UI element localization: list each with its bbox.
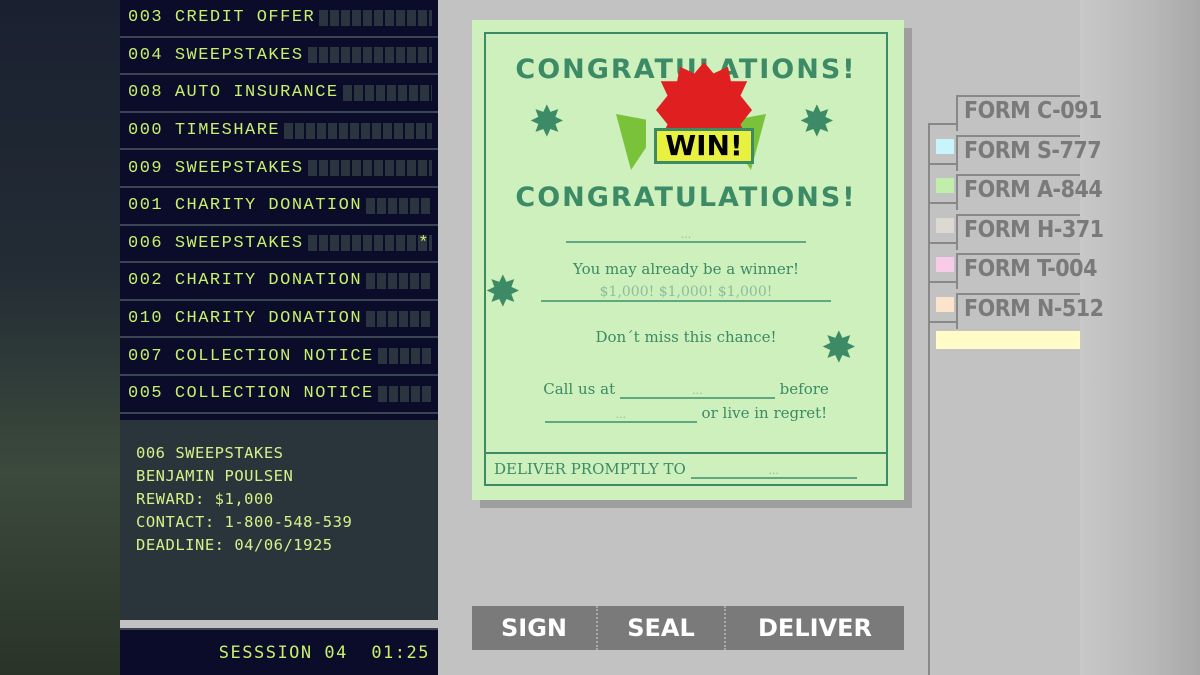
- inbox-list: 003 CREDIT OFFER 004 SWEEPSTAKES 008 AUTO …: [120, 0, 438, 420]
- before-text: before: [779, 380, 829, 398]
- item-title: SWEEPSTAKES: [174, 233, 304, 253]
- color-swatch: [936, 257, 954, 272]
- item-id: 008: [128, 83, 164, 103]
- form-tab[interactable]: FORM T-004: [956, 253, 1097, 289]
- color-swatch: [936, 296, 954, 312]
- item-title: SWEEPSTAKES: [174, 45, 304, 65]
- tab-connector: [928, 241, 956, 244]
- deliver-label: DELIVER PROMPTLY TO: [494, 460, 686, 478]
- lcd-fill: [366, 197, 432, 214]
- lcd-fill: [284, 122, 432, 139]
- item-title: COLLECTION NOTICE: [174, 384, 374, 404]
- inbox-item[interactable]: 006 SWEEPSTAKES *: [120, 226, 438, 264]
- lcd-fill: [307, 235, 432, 252]
- action-bar: SIGN SEAL DELIVER: [472, 606, 904, 650]
- item-id: 001: [128, 196, 164, 216]
- item-id: 006: [128, 233, 164, 253]
- item-title: AUTO INSURANCE: [174, 83, 339, 103]
- lcd-fill: [319, 9, 432, 26]
- inbox-item[interactable]: 004 SWEEPSTAKES: [120, 38, 438, 76]
- lcd-fill: [366, 310, 432, 327]
- inbox-item[interactable]: 007 COLLECTION NOTICE: [120, 338, 438, 376]
- lcd-fill: [377, 385, 432, 402]
- form-tab[interactable]: FORM H-371: [956, 213, 1104, 250]
- inbox-item[interactable]: 009 SWEEPSTAKES: [120, 150, 438, 188]
- deliver-to-field[interactable]: ...: [690, 464, 857, 479]
- star-icon: ✸: [800, 85, 834, 150]
- lcd-fill: [377, 348, 432, 365]
- inbox-item[interactable]: 008 AUTO INSURANCE: [120, 75, 438, 113]
- lcd-fill: [366, 272, 432, 289]
- item-title: CREDIT OFFER: [174, 8, 316, 28]
- star-icon: ✸: [822, 311, 856, 376]
- detail-panel: 006 SWEEPSTAKES BENJAMIN POULSEN REWARD:…: [120, 420, 438, 620]
- color-swatch: [936, 138, 954, 154]
- phone-field[interactable]: ...: [619, 384, 775, 399]
- sign-button[interactable]: SIGN: [472, 606, 598, 650]
- deadline-field[interactable]: ...: [544, 408, 697, 423]
- tab-connector: [928, 123, 956, 125]
- item-title: CHARITY DONATION: [174, 309, 363, 329]
- background-left: [0, 0, 120, 675]
- form-tab[interactable]: FORM N-512: [956, 292, 1104, 329]
- star-icon: ✸: [530, 85, 564, 150]
- lcd-fill: [307, 160, 432, 177]
- tab-connector: [928, 125, 930, 675]
- item-id: 009: [128, 158, 164, 178]
- item-title: TIMESHARE: [174, 121, 281, 141]
- item-title: CHARITY DONATION: [174, 271, 363, 291]
- form-tab[interactable]: FORM C-091: [956, 95, 1102, 131]
- amount-field[interactable]: $1,000! $1,000! $1,000!: [541, 284, 831, 302]
- flag-icon: *: [418, 233, 430, 253]
- tab-connector: [928, 202, 956, 204]
- item-id: 002: [128, 271, 164, 291]
- heading-bottom: CONGRATULATIONS!: [515, 182, 857, 213]
- item-id: 003: [128, 8, 164, 28]
- item-id: 007: [128, 346, 164, 366]
- new-form-tab[interactable]: [936, 331, 1080, 349]
- detail-name: BENJAMIN POULSEN: [136, 467, 294, 485]
- detail-deadline: DEADLINE: 04/06/1925: [136, 536, 333, 554]
- inbox-item[interactable]: 001 CHARITY DONATION: [120, 188, 438, 226]
- winner-text: You may already be a winner!: [572, 260, 800, 278]
- color-swatch: [936, 217, 954, 233]
- deliver-button[interactable]: DELIVER: [726, 606, 904, 650]
- item-id: 000: [128, 121, 164, 141]
- detail-contact: CONTACT: 1-800-548-539: [136, 513, 353, 531]
- inbox-item[interactable]: 010 CHARITY DONATION: [120, 301, 438, 339]
- color-swatch: [936, 178, 954, 193]
- recipient-field[interactable]: ...: [566, 228, 806, 243]
- seal-button[interactable]: SEAL: [598, 606, 726, 650]
- item-title: COLLECTION NOTICE: [174, 346, 374, 366]
- inbox-item[interactable]: 000 TIMESHARE: [120, 113, 438, 151]
- call-text: Call us at: [543, 380, 616, 398]
- detail-reward: REWARD: $1,000: [136, 490, 274, 508]
- regret-text: or live in regret!: [701, 404, 828, 422]
- detail-type: 006 SWEEPSTAKES: [136, 444, 284, 462]
- lcd-fill: [307, 47, 432, 64]
- item-title: SWEEPSTAKES: [174, 158, 304, 178]
- form-tabs: FORM C-091 FORM S-777 FORM A-844 FORM H-371…: [928, 95, 1104, 675]
- item-title: CHARITY DONATION: [174, 196, 363, 216]
- inbox-item[interactable]: 002 CHARITY DONATION: [120, 263, 438, 301]
- lcd-fill: [342, 84, 432, 101]
- item-id: 005: [128, 384, 164, 404]
- tab-connector: [928, 281, 956, 283]
- session-status: SESSSION 04 01:25: [120, 628, 438, 675]
- win-badge: WIN!: [654, 128, 754, 164]
- inbox-item[interactable]: 003 CREDIT OFFER: [120, 0, 438, 38]
- item-id: 004: [128, 45, 164, 65]
- tab-connector: [928, 162, 956, 165]
- item-id: 010: [128, 309, 164, 329]
- tab-connector: [928, 320, 956, 323]
- form-tab[interactable]: FORM A-844: [956, 174, 1103, 210]
- inbox-item[interactable]: 005 COLLECTION NOTICE: [120, 376, 438, 414]
- sweepstakes-form: CONGRATULATIONS! WIN! ✸ ✸ CONGRATULATION…: [472, 20, 904, 500]
- form-tab[interactable]: FORM S-777: [956, 134, 1102, 171]
